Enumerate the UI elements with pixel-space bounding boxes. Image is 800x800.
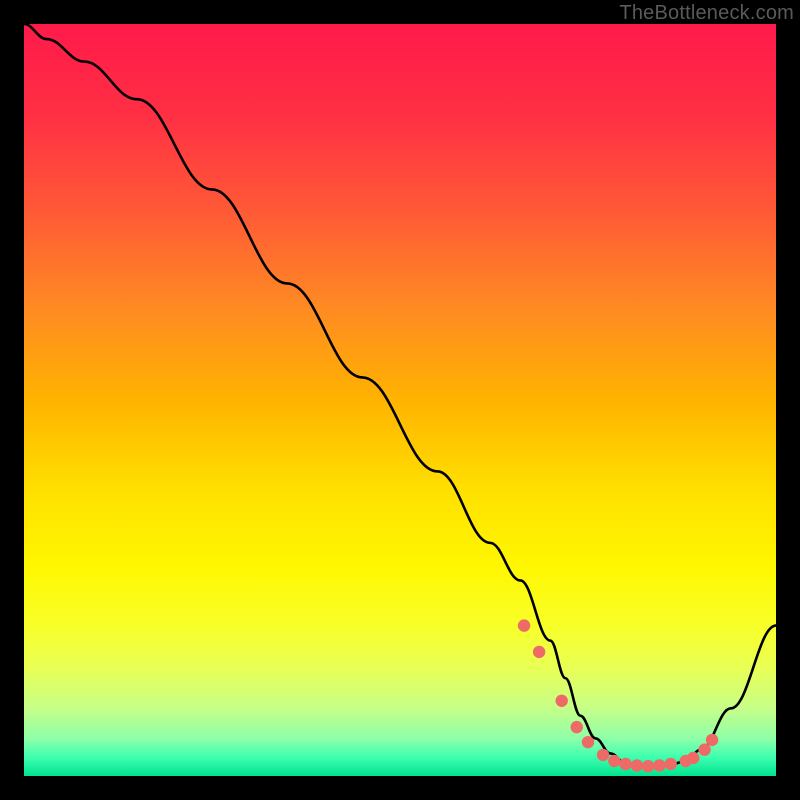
marker-point [706,734,718,746]
plot-area [24,24,776,776]
watermark-text: TheBottleneck.com [619,2,794,25]
marker-point [619,758,631,770]
marker-point [597,749,609,761]
marker-point [571,721,583,733]
chart-container: TheBottleneck.com [0,0,800,800]
marker-point [642,760,654,772]
marker-point [582,736,594,748]
curve-layer [24,24,776,776]
marker-point [608,755,620,767]
marker-point [698,743,710,755]
marker-point [555,695,567,707]
bottleneck-curve [24,24,776,767]
highlight-markers [518,619,718,772]
marker-point [631,759,643,771]
marker-point [687,752,699,764]
marker-point [665,758,677,770]
marker-point [518,619,530,631]
marker-point [533,646,545,658]
marker-point [653,759,665,771]
